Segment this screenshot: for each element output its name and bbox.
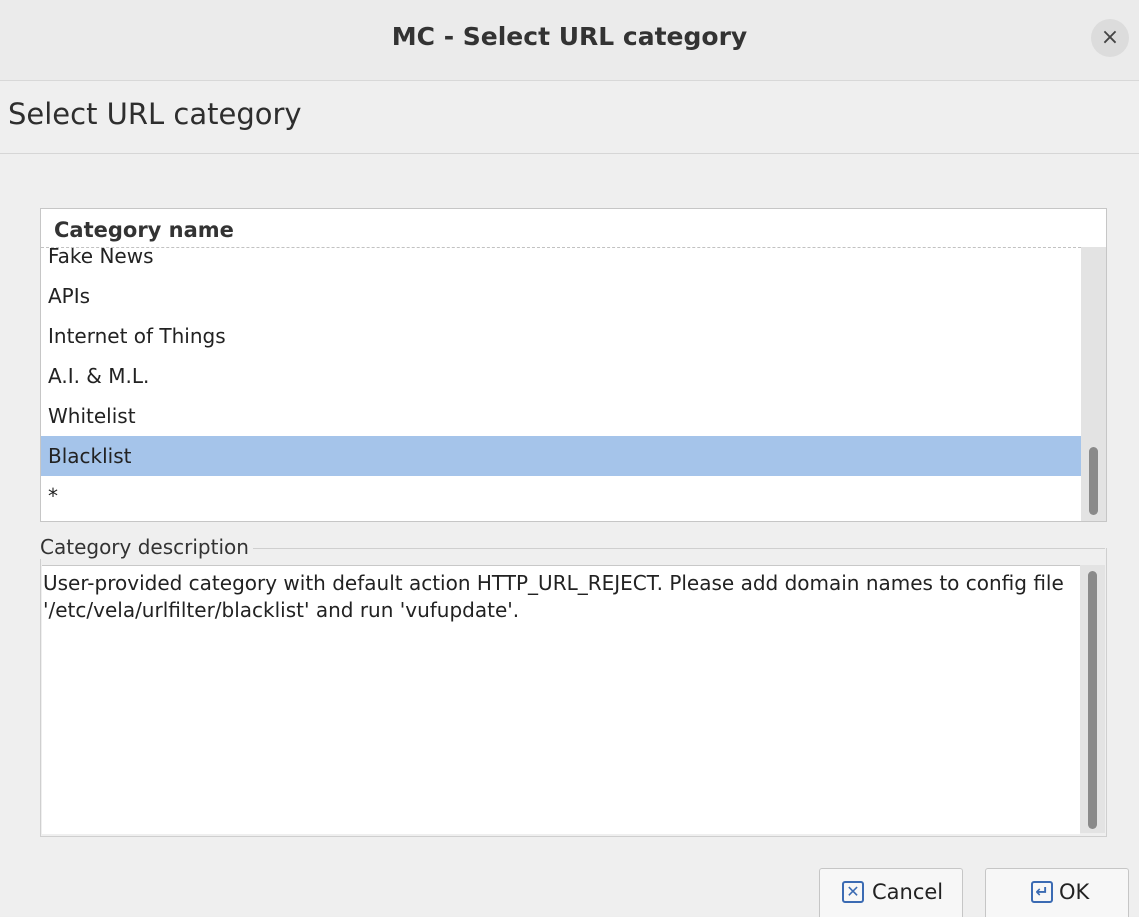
category-rows: Fake News APIs Internet of Things A.I. &… xyxy=(41,236,1081,516)
title-bar: MC - Select URL category × xyxy=(0,0,1139,81)
description-textarea[interactable]: User-provided category with default acti… xyxy=(42,565,1080,834)
description-scrollbar-thumb[interactable] xyxy=(1088,571,1097,829)
list-scrollbar-thumb[interactable] xyxy=(1089,447,1098,515)
list-item[interactable]: * xyxy=(41,476,1081,516)
close-icon: × xyxy=(1100,25,1120,50)
description-text: User-provided category with default acti… xyxy=(43,571,1071,622)
page-title: Select URL category xyxy=(8,97,302,131)
description-label: Category description xyxy=(40,535,253,559)
enter-icon: ↵ xyxy=(1031,881,1053,903)
list-item[interactable]: Whitelist xyxy=(41,396,1081,436)
list-scrollbar[interactable] xyxy=(1081,247,1106,521)
cancel-icon: ✕ xyxy=(842,881,864,903)
groupbox-divider xyxy=(252,548,1105,549)
ok-button-label: OK xyxy=(1059,880,1090,904)
cancel-button-label: Cancel xyxy=(872,880,944,904)
dialog-window: MC - Select URL category × Select URL ca… xyxy=(0,0,1139,917)
list-item[interactable]: Internet of Things xyxy=(41,316,1081,356)
dialog-header: Select URL category xyxy=(0,81,1139,154)
close-button[interactable]: × xyxy=(1091,19,1129,57)
list-item-selected[interactable]: Blacklist xyxy=(41,436,1081,476)
ok-button[interactable]: ↵ OK xyxy=(985,868,1129,917)
column-header-category-name[interactable]: Category name xyxy=(41,209,1081,248)
window-title: MC - Select URL category xyxy=(391,22,748,51)
cancel-button[interactable]: ✕ Cancel xyxy=(819,868,963,917)
description-scrollbar[interactable] xyxy=(1080,565,1105,833)
column-header-label: Category name xyxy=(54,218,234,242)
list-item[interactable]: APIs xyxy=(41,276,1081,316)
category-list[interactable]: Category name Fake News APIs Internet of… xyxy=(40,208,1107,522)
list-item[interactable]: A.I. & M.L. xyxy=(41,356,1081,396)
